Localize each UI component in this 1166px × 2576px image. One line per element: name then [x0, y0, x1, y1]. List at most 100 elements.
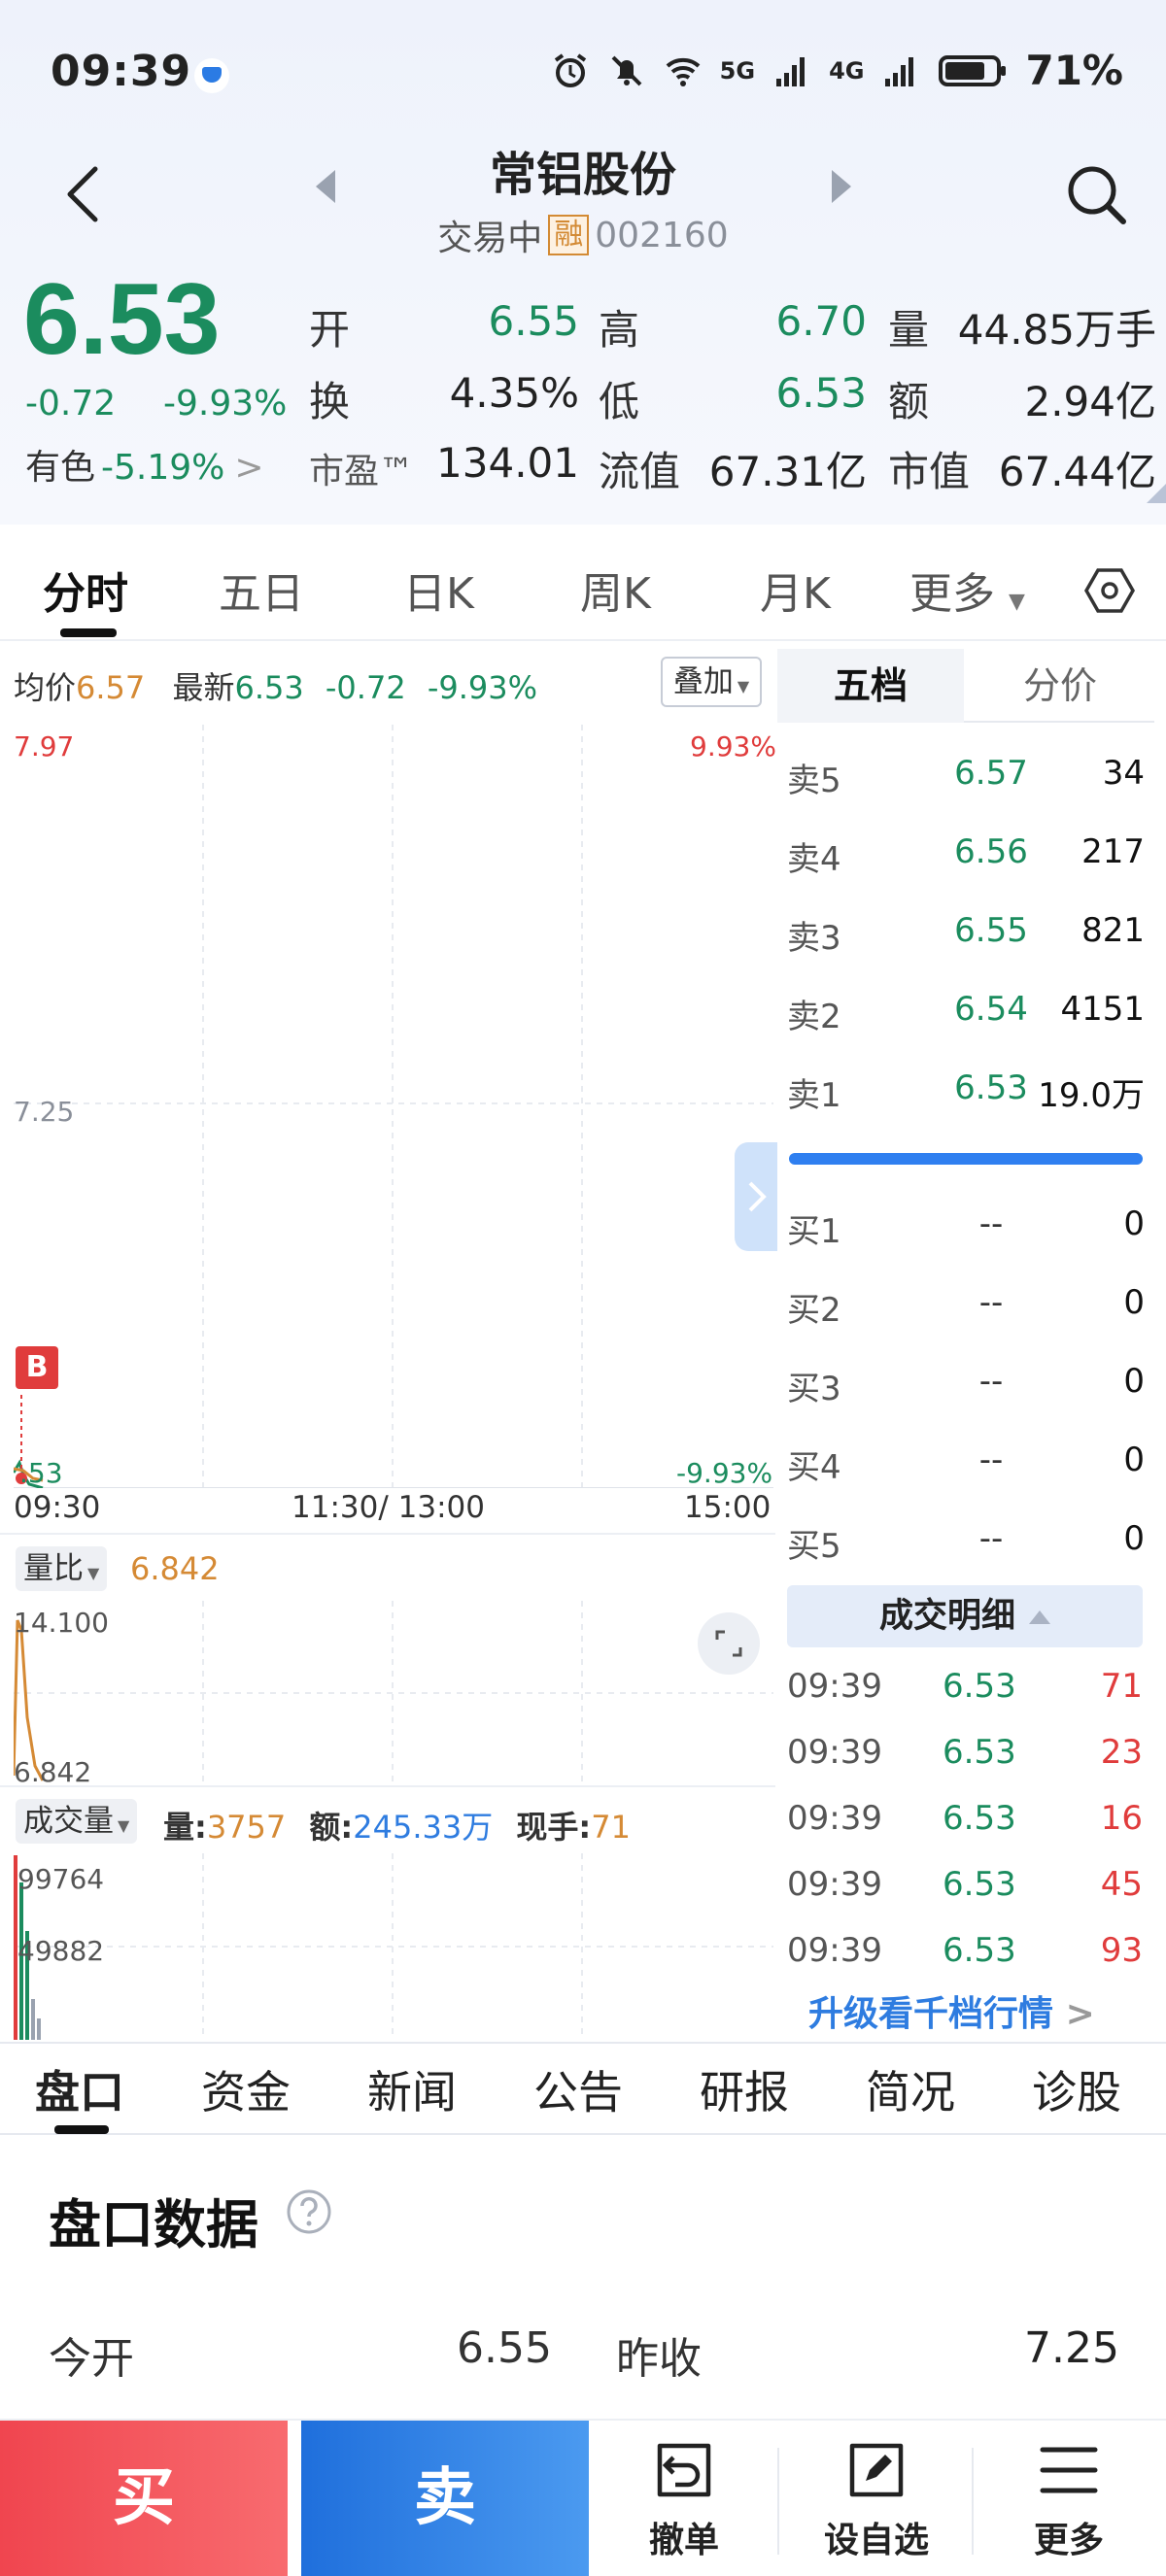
tab-funds[interactable]: 资金: [201, 2057, 291, 2121]
pct-axis-bottom: -9.93%: [676, 1457, 773, 1489]
divider: [0, 1533, 775, 1535]
deal-volume: 23: [1100, 1733, 1143, 1772]
search-icon[interactable]: [1063, 161, 1131, 229]
vol-axis-top: 99764: [17, 1863, 105, 1895]
overlay-label: 叠加: [672, 664, 734, 699]
ask-label: 卖2: [787, 998, 841, 1036]
latest-value: 6.53: [234, 669, 304, 706]
time-close: 15:00: [684, 1490, 772, 1525]
bid-price: --: [978, 1283, 1004, 1322]
deal-time: 09:39: [787, 1733, 882, 1772]
bid-volume: 0: [1123, 1204, 1145, 1243]
panel-title: 盘口数据: [49, 2194, 258, 2255]
latest-pct: -9.93%: [427, 669, 538, 706]
open-value: 6.55: [457, 2323, 552, 2373]
back-arrow-icon[interactable]: [58, 165, 111, 223]
deal-price: 6.53: [943, 1667, 1016, 1706]
bid-label: 买3: [787, 1370, 841, 1408]
tab-profile[interactable]: 简况: [866, 2057, 955, 2121]
next-stock-arrow-icon[interactable]: [832, 170, 851, 203]
quote-value-pe: 134.01: [436, 439, 579, 487]
prev-close-value: 7.25: [1024, 2323, 1119, 2373]
tab-handicap[interactable]: 盘口: [35, 2057, 124, 2121]
deal-detail-header[interactable]: 成交明细: [787, 1585, 1143, 1647]
ask-price: 6.55: [954, 911, 1028, 950]
prev-stock-arrow-icon[interactable]: [316, 170, 335, 203]
quote-value-low: 6.53: [775, 369, 867, 417]
tab-announcements[interactable]: 公告: [533, 2057, 623, 2121]
trading-status: 交易中: [437, 219, 543, 258]
undo-icon: [657, 2443, 711, 2497]
quote-value-volume: 44.85万手: [957, 306, 1156, 354]
tab-five-levels[interactable]: 五档: [777, 649, 964, 723]
buy-button[interactable]: 买: [0, 2421, 288, 2576]
buy-b-badge[interactable]: B: [16, 1346, 58, 1389]
corner-expand-icon[interactable]: [1147, 484, 1166, 503]
y-axis-bottom: .53: [19, 1457, 63, 1489]
tab-active-indicator: [60, 628, 117, 637]
tab-daily-k[interactable]: 日K: [403, 559, 474, 621]
pct-axis-top: 9.93%: [690, 730, 776, 763]
quote-label-market-cap: 市值: [888, 448, 971, 495]
deal-row: 09:39 6.53 71: [787, 1667, 1147, 1715]
deal-row: 09:39 6.53 93: [787, 1931, 1147, 1980]
more-actions-label: 更多: [1033, 2521, 1104, 2560]
deal-price: 6.53: [943, 1865, 1016, 1904]
overlay-dropdown[interactable]: 叠加 ▼: [661, 657, 762, 707]
bid-row: 买4 -- 0: [787, 1441, 1149, 1491]
volume-label: 成交量: [23, 1804, 114, 1839]
tab-news[interactable]: 新闻: [367, 2057, 457, 2121]
sector-link[interactable]: 有色 -5.19% >: [25, 439, 264, 490]
bid-row: 买1 -- 0: [787, 1204, 1149, 1255]
tab-active-indicator: [54, 2125, 109, 2134]
mute-bell-icon: [611, 55, 642, 85]
ask-label: 卖4: [787, 840, 841, 879]
bid-price: --: [978, 1204, 1004, 1243]
intraday-chart[interactable]: [14, 725, 773, 1488]
quote-label-amount: 额: [888, 378, 930, 425]
deal-volume: 45: [1100, 1865, 1143, 1904]
hand-value: 71: [591, 1809, 631, 1846]
add-watchlist-button[interactable]: 设自选: [789, 2438, 964, 2562]
hand-label: 现手:: [516, 1809, 592, 1846]
avg-label: 均价: [14, 669, 77, 706]
sell-button[interactable]: 卖: [301, 2421, 589, 2576]
divider: [777, 2448, 779, 2555]
prev-close-label: 昨收: [616, 2334, 702, 2384]
avg-value: 6.57: [76, 669, 146, 706]
app-notification-icon: [194, 58, 229, 93]
ask-label: 卖5: [787, 762, 841, 800]
caret-down-icon: ▼: [118, 1816, 130, 1835]
tab-five-day[interactable]: 五日: [219, 559, 304, 621]
volume-ratio-chart: [14, 1601, 773, 1785]
tab-weekly-k[interactable]: 周K: [580, 559, 651, 621]
bid-label: 买5: [787, 1527, 841, 1566]
status-icons: 5G 4G 71%: [551, 47, 1123, 94]
chevron-right-icon: [748, 1181, 767, 1212]
bid-row: 买5 -- 0: [787, 1519, 1149, 1570]
tab-monthly-k[interactable]: 月K: [760, 559, 831, 621]
tab-intraday[interactable]: 分时: [43, 559, 128, 621]
y-axis-mid: 7.25: [14, 1096, 75, 1128]
volume-ratio-dropdown[interactable]: 量比 ▼: [16, 1546, 108, 1591]
tab-diagnosis[interactable]: 诊股: [1032, 2057, 1121, 2121]
help-icon[interactable]: [286, 2188, 332, 2235]
wifi-icon: [666, 57, 700, 86]
deal-price: 6.53: [943, 1931, 1016, 1970]
fullscreen-button[interactable]: [698, 1612, 760, 1675]
deal-row: 09:39 6.53 23: [787, 1733, 1147, 1781]
more-actions-button[interactable]: 更多: [981, 2438, 1156, 2562]
upgrade-link[interactable]: 升级看千档行情 >: [808, 1985, 1095, 2036]
settings-hex-icon[interactable]: [1084, 565, 1135, 616]
quote-value-turnover: 4.35%: [449, 369, 579, 417]
deal-time: 09:39: [787, 1931, 882, 1970]
avg-price-info: 均价6.57 最新6.53 -0.72 -9.93%: [14, 663, 537, 708]
tab-price-distribution[interactable]: 分价: [966, 649, 1154, 723]
volume-dropdown[interactable]: 成交量 ▼: [16, 1799, 138, 1844]
edit-icon: [849, 2443, 904, 2497]
tab-research[interactable]: 研报: [700, 2057, 789, 2121]
tab-more[interactable]: 更多 ▼: [909, 559, 1025, 621]
orderbook-toggle-handle[interactable]: [735, 1142, 777, 1251]
alarm-icon: [554, 52, 586, 87]
cancel-order-button[interactable]: 撤单: [597, 2438, 772, 2562]
